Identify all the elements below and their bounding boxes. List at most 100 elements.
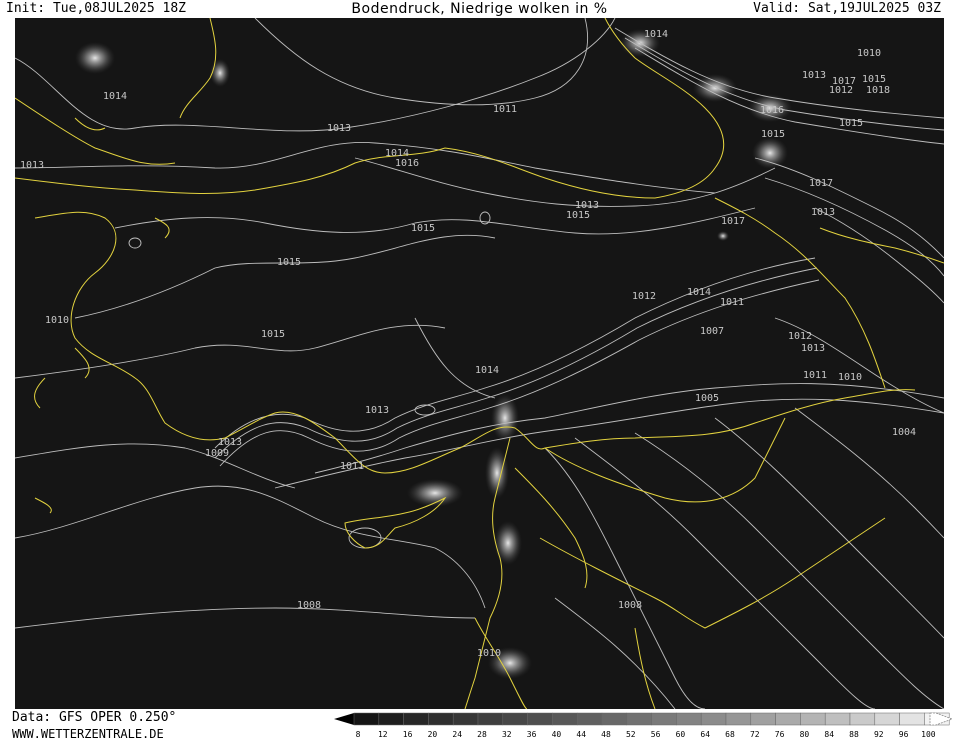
colorbar-left-arrow <box>334 713 354 725</box>
colorbar-box <box>700 712 727 726</box>
isobar-label: 1016 <box>760 105 784 116</box>
colorbar-box <box>403 712 429 726</box>
colorbar-label: 52 <box>626 730 636 739</box>
colorbar-label: 68 <box>725 730 735 739</box>
low-cloud-patches <box>75 29 792 679</box>
isobar-label: 1010 <box>45 315 69 326</box>
isobar-label: 1011 <box>493 104 517 115</box>
colorbar-label: 56 <box>651 730 661 739</box>
data-source-label: Data: GFS OPER 0.250° <box>12 710 177 725</box>
cloud-patch <box>491 394 519 442</box>
colorbar-box <box>775 712 801 726</box>
website-label: WWW.WETTERZENTRALE.DE <box>12 727 164 741</box>
colorbar-label: 40 <box>552 730 562 739</box>
colorbar-label: 84 <box>824 730 834 739</box>
coastlines-borders <box>15 18 944 709</box>
colorbar-label: 96 <box>899 730 909 739</box>
isobar-label: 1013 <box>802 70 826 81</box>
colorbar-label: 16 <box>403 730 413 739</box>
isobar-label: 1011 <box>340 461 364 472</box>
isobar-label: 1009 <box>205 448 229 459</box>
isobar-label: 1014 <box>475 365 499 376</box>
cloud-patch <box>717 231 729 241</box>
colorbar-box <box>676 712 702 726</box>
isobar-label: 1016 <box>395 158 419 169</box>
colorbar-label: 88 <box>849 730 859 739</box>
isobar-label: 1014 <box>644 29 668 40</box>
weather-map: 1014 1013 1011 1013 1014 1016 1015 1013 … <box>15 18 944 709</box>
isobar-label: 1013 <box>801 343 825 354</box>
colorbar-label: 76 <box>775 730 785 739</box>
colorbar-label: 28 <box>477 730 487 739</box>
isobar-label: 1008 <box>297 600 321 611</box>
isobar-label: 1013 <box>327 123 351 134</box>
cloud-patch <box>210 59 230 87</box>
isobar-label: 1011 <box>803 370 827 381</box>
colorbar-label: 64 <box>700 730 710 739</box>
isobar-label: 1015 <box>566 210 590 221</box>
isobar-label: 1012 <box>788 331 812 342</box>
isobar-label: 1010 <box>857 48 881 59</box>
cloud-patch <box>75 42 115 74</box>
isobar-label: 1015 <box>761 129 785 140</box>
isobar-label: 1013 <box>365 405 389 416</box>
colorbar-box <box>626 712 652 726</box>
colorbar-label: 60 <box>676 730 686 739</box>
colorbar-box <box>899 712 925 726</box>
colorbar-label: 24 <box>452 730 462 739</box>
isobar-label: 1015 <box>261 329 285 340</box>
colorbar-box <box>502 712 528 726</box>
colorbar-box <box>651 712 677 726</box>
colorbar-labels: 8 12 16 20 24 28 32 36 40 44 48 52 56 60 64 68 72 76 80 84 8… <box>356 730 936 739</box>
colorbar-label: 100 <box>921 730 936 739</box>
colorbar-label: 48 <box>601 730 611 739</box>
isobar-label: 1013 <box>218 437 242 448</box>
isobar-label: 1018 <box>866 85 890 96</box>
colorbar-label: 8 <box>356 730 361 739</box>
isobar-label: 1014 <box>103 91 127 102</box>
cloud-patch <box>693 74 737 102</box>
colorbar-box <box>725 712 752 726</box>
colorbar-label: 12 <box>378 730 388 739</box>
colorbar-label: 92 <box>874 730 884 739</box>
isobar-label: 1013 <box>20 160 44 171</box>
isobar-label: 1011 <box>720 297 744 308</box>
isobar-label: 1015 <box>277 257 301 268</box>
isobar-label: 1008 <box>618 600 642 611</box>
isobar-label: 1014 <box>687 287 711 298</box>
colorbar-label: 72 <box>750 730 760 739</box>
isobar-label: 1007 <box>700 326 724 337</box>
isobar-label: 1017 <box>832 76 856 87</box>
colorbar-box <box>452 712 479 726</box>
colorbar-box <box>527 712 553 726</box>
isobar-label: 1012 <box>632 291 656 302</box>
colorbar-box <box>378 712 404 726</box>
isobar-label: 1017 <box>721 216 745 227</box>
isobar-label: 1010 <box>838 372 862 383</box>
colorbar-label: 44 <box>576 730 586 739</box>
colorbar-box <box>428 712 454 726</box>
colorbar-box <box>601 712 628 726</box>
colorbar-box <box>824 712 851 726</box>
isobar-label: 1015 <box>839 118 863 129</box>
cloud-patch <box>494 521 522 565</box>
colorbar-box <box>750 712 776 726</box>
colorbar-box <box>874 712 900 726</box>
isobar-label: 1015 <box>411 223 435 234</box>
colorbar-box <box>552 712 578 726</box>
colorbar-label: 80 <box>800 730 810 739</box>
isobar-label: 1013 <box>811 207 835 218</box>
colorbar-boxes <box>353 712 950 726</box>
isobar-lines <box>15 18 944 709</box>
isobar-label: 1015 <box>862 74 886 85</box>
isobar-label: 1005 <box>695 393 719 404</box>
cloud-patch <box>752 137 788 169</box>
colorbar-box <box>800 712 826 726</box>
isobar-label: 1017 <box>809 178 833 189</box>
isobar-label: 1004 <box>892 427 916 438</box>
valid-time-label: Valid: Sat,19JUL2025 03Z <box>753 1 941 16</box>
colorbar-box <box>576 712 603 726</box>
isobar-labels: 1014 1013 1011 1013 1014 1016 1015 1013 … <box>20 29 916 659</box>
colorbar-label: 32 <box>502 730 512 739</box>
colorbar-box <box>353 712 380 726</box>
